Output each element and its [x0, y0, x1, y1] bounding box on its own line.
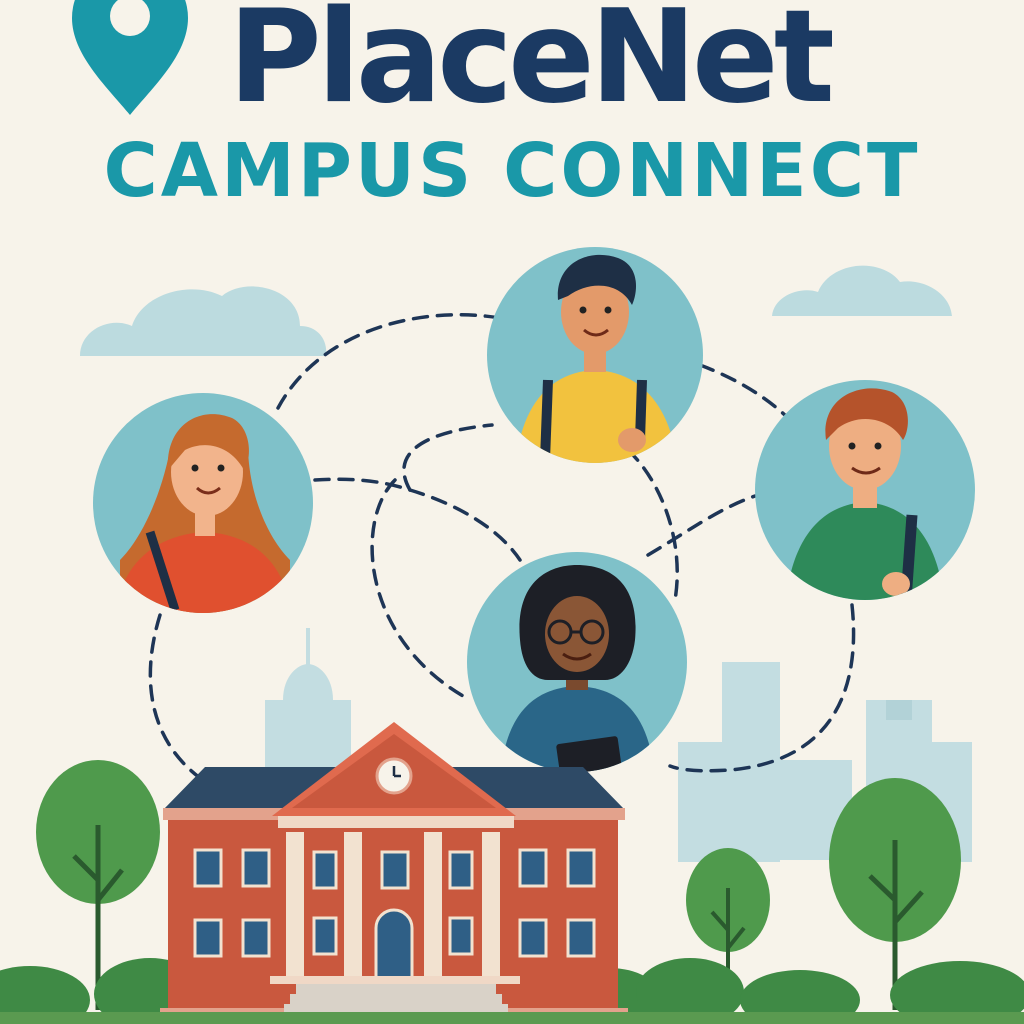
- avatar-student-blue-shirt: [467, 552, 687, 772]
- ground: [0, 1012, 1024, 1024]
- avatar-student-yellow-shirt: [487, 247, 703, 463]
- tagline: CAMPUS CONNECT: [103, 128, 921, 214]
- brand-title: PlaceNet: [228, 0, 835, 132]
- avatar-student-green-shirt: [755, 380, 975, 600]
- map-pin-icon: [72, 0, 188, 115]
- avatar-student-red-shirt: [93, 393, 313, 613]
- poster: PlaceNet CAMPUS CONNECT: [0, 0, 1024, 1024]
- cloud-right: [772, 265, 952, 316]
- cloud-left: [80, 286, 327, 356]
